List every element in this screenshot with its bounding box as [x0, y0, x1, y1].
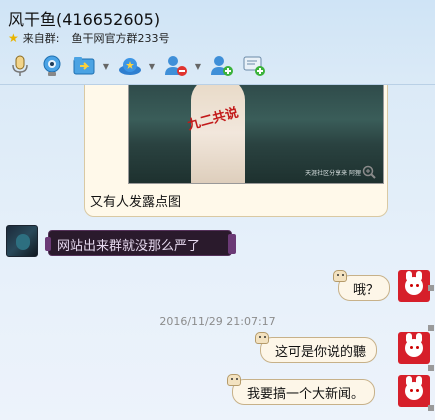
message-bubble-right: 我要搞一个大新闻。 — [227, 374, 376, 405]
message-bubble-right: 哦？ — [333, 270, 391, 301]
cat-decoration-icon — [255, 332, 269, 344]
send-file-button[interactable] — [70, 52, 98, 80]
avatar[interactable] — [398, 332, 430, 364]
image-figure — [191, 85, 245, 183]
avatar[interactable] — [398, 270, 430, 302]
message-bubble-right: 这可是你说的聽 — [255, 332, 378, 363]
message-plus-icon — [243, 56, 265, 76]
block-user-button[interactable] — [162, 52, 190, 80]
user-remove-icon — [165, 56, 187, 76]
remote-assist-button[interactable] — [116, 52, 144, 80]
message-bubble-left: 网站出来群就没那么严了 — [45, 230, 236, 256]
cat-decoration-icon — [227, 374, 241, 386]
contact-title: 风干鱼(416652605) — [8, 10, 161, 29]
chat-history[interactable]: 九二共说 天涯社区分享来 阿狸 又有人发露点图 网站出来群就没那么严了 哦？ 2… — [0, 85, 435, 420]
star-icon: ★ — [8, 31, 19, 45]
message-text: 我要搞一个大新闻。 — [247, 386, 365, 402]
scrollbar[interactable] — [428, 285, 434, 415]
folder-send-icon — [73, 57, 95, 75]
chevron-down-icon: ▼ — [148, 61, 156, 71]
voice-button[interactable] — [6, 52, 34, 80]
chevron-down-icon: ▼ — [194, 61, 202, 71]
video-button[interactable] — [38, 52, 66, 80]
webcam-icon — [43, 55, 61, 76]
hat-icon — [119, 58, 141, 75]
zoom-icon[interactable] — [360, 163, 378, 181]
user-add-icon — [211, 56, 233, 76]
chevron-down-icon: ▼ — [102, 61, 110, 71]
image-watermark: 天涯社区分享来 阿狸 — [305, 170, 361, 177]
chat-header: 风干鱼(416652605) ★ 来自群: 鱼干网官方群233号 ▼ ▼ ▼ — [0, 0, 435, 84]
avatar[interactable] — [398, 375, 430, 407]
chat-toolbar: ▼ ▼ ▼ — [6, 52, 272, 80]
microphone-icon — [12, 55, 28, 76]
avatar[interactable] — [6, 225, 38, 257]
group-source-line: ★ 来自群: 鱼干网官方群233号 — [8, 30, 169, 46]
message-text: 网站出来群就没那么严了 — [57, 239, 201, 254]
remote-assist-dropdown[interactable]: ▼ — [148, 52, 156, 80]
send-file-dropdown[interactable]: ▼ — [102, 52, 110, 80]
message-timestamp: 2016/11/29 21:07:17 — [159, 315, 276, 328]
cat-decoration-icon — [333, 270, 347, 282]
shared-image[interactable]: 九二共说 天涯社区分享来 阿狸 — [128, 85, 384, 184]
source-prefix: 来自群: — [22, 32, 60, 45]
message-text: 哦？ — [353, 282, 380, 298]
block-user-dropdown[interactable]: ▼ — [194, 52, 202, 80]
message-text: 这可是你说的聽 — [275, 344, 367, 360]
image-caption: 又有人发露点图 — [90, 195, 182, 210]
source-group-link[interactable]: 鱼干网官方群233号 — [71, 30, 169, 46]
add-friend-button[interactable] — [208, 52, 236, 80]
message-button[interactable] — [240, 52, 268, 80]
